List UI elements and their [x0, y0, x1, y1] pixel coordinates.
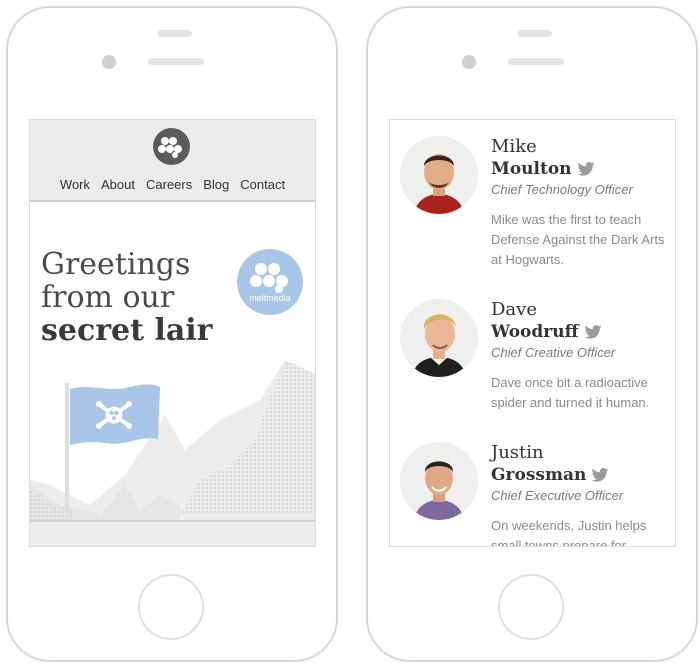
avatar-justin: [400, 442, 478, 520]
last-name-row: Moulton: [491, 159, 595, 179]
twitter-icon[interactable]: [584, 325, 602, 339]
avatar-mike: [400, 136, 478, 214]
avatar-dave: [400, 299, 478, 377]
job-title: Chief Executive Officer: [491, 488, 624, 503]
first-name: Mike: [491, 136, 537, 157]
bio-text: Dave once bit a radioactive spider and t…: [491, 375, 650, 410]
mountain-illustration: [30, 360, 315, 546]
top-slit: [158, 30, 192, 37]
logo-icon[interactable]: [153, 128, 190, 165]
headline-line-3: secret lair: [41, 313, 213, 348]
hero-headline: Greetings from our secret lair: [41, 248, 212, 347]
phone-screen-right: Mike Moulton Chief Technology Officer Mi…: [389, 119, 676, 547]
phone-frame-left: Work About Careers Blog Contact Greeting…: [6, 6, 338, 662]
camera-dot: [102, 55, 116, 69]
site-header: Work About Careers Blog Contact: [30, 120, 315, 202]
phone-frame-right: Mike Moulton Chief Technology Officer Mi…: [366, 6, 698, 662]
team-member-justin: Justin Grossman Chief Executive Officer …: [390, 428, 675, 547]
twitter-icon[interactable]: [591, 468, 609, 482]
meltmedia-badge: meltmedia: [237, 249, 303, 315]
nav-contact[interactable]: Contact: [240, 177, 285, 192]
last-name-row: Grossman: [491, 465, 609, 485]
last-name: Grossman: [491, 465, 587, 485]
top-slit: [518, 30, 552, 37]
nav-blog[interactable]: Blog: [203, 177, 229, 192]
nav-about[interactable]: About: [101, 177, 135, 192]
team-member-dave: Dave Woodruff Chief Creative Officer Dav…: [390, 285, 675, 435]
speaker-grille: [148, 58, 204, 65]
headline-line-1: Greetings: [41, 247, 191, 282]
phone-screen-left: Work About Careers Blog Contact Greeting…: [29, 119, 316, 547]
twitter-icon[interactable]: [577, 162, 595, 176]
first-name: Justin: [491, 442, 544, 463]
speaker-grille: [508, 58, 564, 65]
last-name: Woodruff: [491, 322, 579, 342]
badge-text: meltmedia: [249, 293, 291, 303]
nav-work[interactable]: Work: [60, 177, 90, 192]
home-button-left[interactable]: [138, 574, 204, 640]
camera-dot: [462, 55, 476, 69]
nav-careers[interactable]: Careers: [146, 177, 192, 192]
bio-text: On weekends, Justin helps small towns pr…: [491, 518, 647, 547]
first-name: Dave: [491, 299, 537, 320]
job-title: Chief Technology Officer: [491, 182, 633, 197]
bio-text: Mike was the first to teach Defense Agai…: [491, 212, 665, 267]
last-name-row: Woodruff: [491, 322, 602, 342]
main-nav: Work About Careers Blog Contact: [30, 177, 315, 192]
job-title: Chief Creative Officer: [491, 345, 616, 360]
team-member-mike: Mike Moulton Chief Technology Officer Mi…: [390, 122, 675, 272]
home-button-right[interactable]: [498, 574, 564, 640]
last-name: Moulton: [491, 159, 572, 179]
headline-line-2: from our: [41, 280, 175, 315]
